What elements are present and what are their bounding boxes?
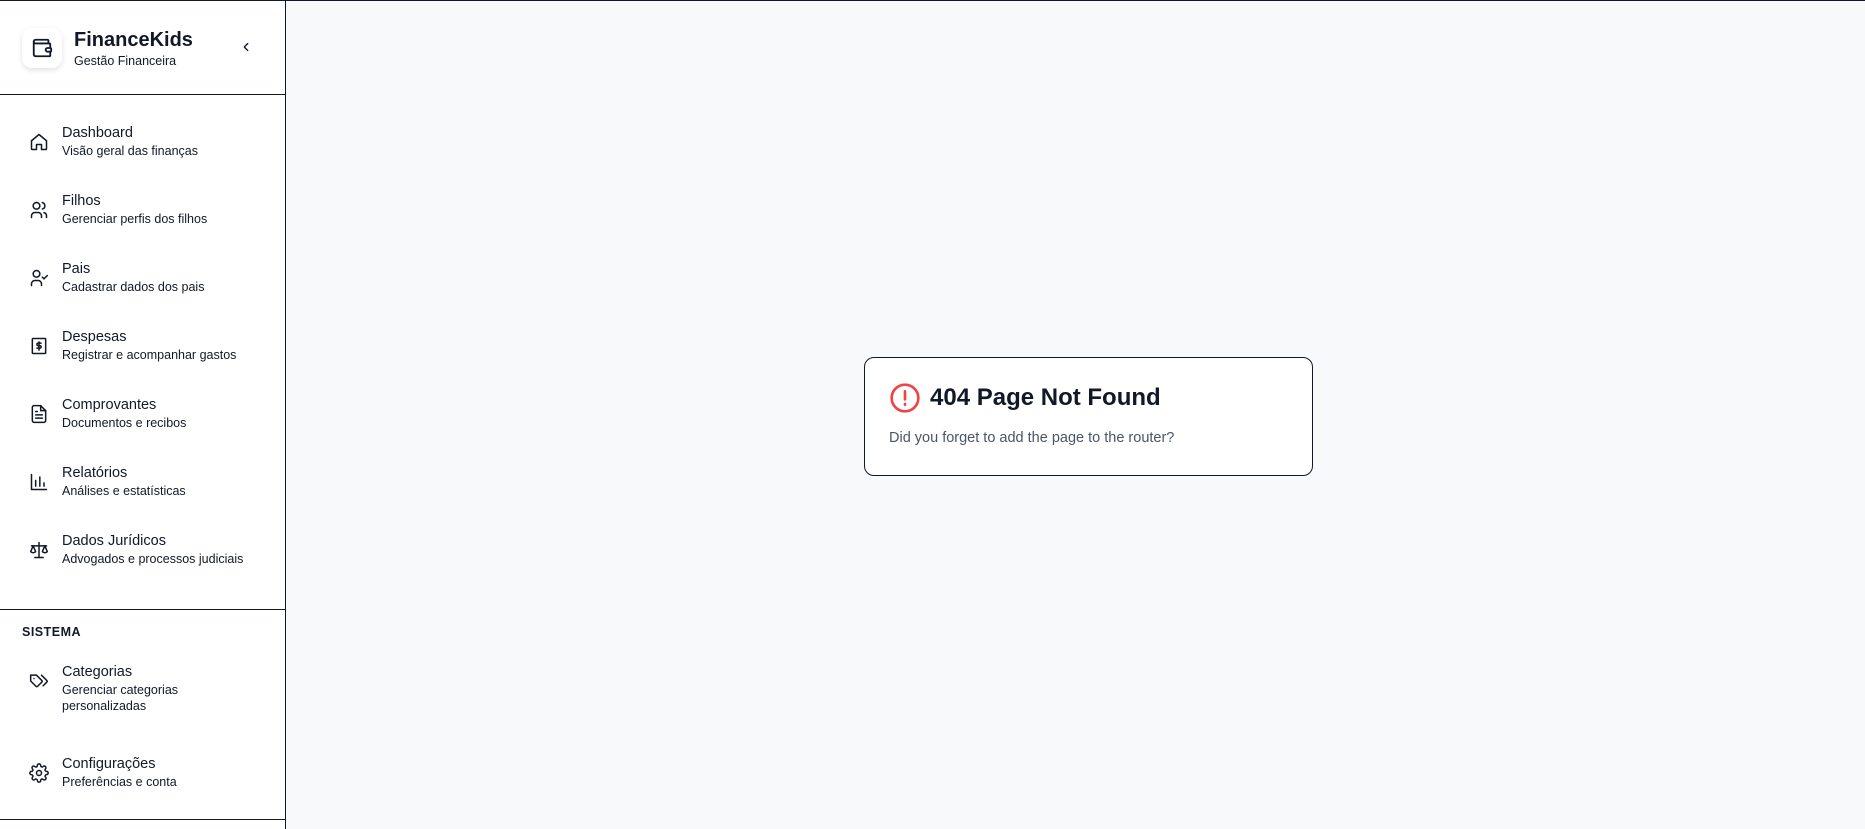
sidebar: FinanceKids Gestão Financeira Dashboard …: [0, 0, 286, 829]
bar-chart-icon: [30, 473, 48, 491]
wallet-icon[interactable]: [22, 27, 62, 68]
alert-circle-icon: [890, 383, 920, 413]
sidebar-item-desc: Cadastrar dados dos pais: [62, 280, 205, 294]
sidebar-item-comprovantes[interactable]: Comprovantes Documentos e recibos: [0, 383, 285, 451]
brand-header: FinanceKids Gestão Financeira: [0, 1, 285, 95]
sidebar-item-desc: Documentos e recibos: [62, 416, 187, 430]
sidebar-item-desc: Advogados e processos judiciais: [62, 552, 244, 566]
sidebar-item-desc: Preferências e conta: [62, 775, 177, 789]
sidebar-item-categorias[interactable]: Categorias Gerenciar categorias personal…: [0, 650, 285, 742]
sidebar-item-despesas[interactable]: Despesas Registrar e acompanhar gastos: [0, 315, 285, 383]
chevron-left-icon[interactable]: [237, 38, 255, 56]
sidebar-item-label: Pais: [62, 261, 91, 277]
scale-icon: [29, 541, 49, 559]
sidebar-item-filhos[interactable]: Filhos Gerenciar perfis dos filhos: [0, 179, 285, 247]
settings-icon: [29, 763, 49, 783]
sidebar-item-dashboard[interactable]: Dashboard Visão geral das finanças: [0, 111, 285, 179]
sidebar-item-label: Filhos: [62, 193, 101, 209]
main-nav: Dashboard Visão geral das finanças Filho…: [0, 95, 285, 587]
app-title: FinanceKids: [74, 28, 193, 51]
tags-icon: [29, 674, 48, 688]
error-message: Did you forget to add the page to the ro…: [889, 430, 1175, 446]
sidebar-item-label: Dashboard: [62, 125, 133, 141]
sidebar-item-configuracoes[interactable]: Configurações Preferências e conta: [0, 742, 285, 810]
sidebar-item-pais[interactable]: Pais Cadastrar dados dos pais: [0, 247, 285, 315]
sidebar-item-desc: Gerenciar categorias personalizadas: [62, 683, 179, 713]
home-icon: [30, 133, 48, 151]
app-subtitle: Gestão Financeira: [74, 53, 177, 68]
sidebar-item-label: Despesas: [62, 329, 127, 345]
bottom-divider: [0, 819, 286, 820]
system-nav: Categorias Gerenciar categorias personal…: [0, 650, 285, 810]
error-title: 404 Page Not Found: [930, 384, 1161, 411]
not-found-card: 404 Page Not Found Did you forget to add…: [864, 357, 1313, 476]
sidebar-item-relatorios[interactable]: Relatórios Análises e estatísticas: [0, 451, 285, 519]
sidebar-item-dados-juridicos[interactable]: Dados Jurídicos Advogados e processos ju…: [0, 519, 285, 587]
main-content: 404 Page Not Found Did you forget to add…: [286, 0, 1865, 829]
section-title-sistema: SISTEMA: [22, 625, 82, 639]
receipt-dollar-icon: [31, 337, 47, 355]
file-text-icon: [31, 404, 47, 424]
sidebar-item-desc: Registrar e acompanhar gastos: [62, 348, 237, 362]
sidebar-item-label: Categorias: [62, 664, 133, 680]
sidebar-item-desc: Análises e estatísticas: [62, 484, 186, 498]
sidebar-item-desc: Gerenciar perfis dos filhos: [62, 212, 208, 226]
sidebar-item-desc: Visão geral das finanças: [62, 144, 198, 158]
sidebar-item-label: Configurações: [62, 756, 156, 772]
sidebar-item-label: Relatórios: [62, 465, 128, 481]
sidebar-item-label: Comprovantes: [62, 397, 157, 413]
users-icon: [30, 201, 48, 219]
user-check-icon: [30, 269, 49, 287]
sidebar-item-label: Dados Jurídicos: [62, 533, 166, 549]
